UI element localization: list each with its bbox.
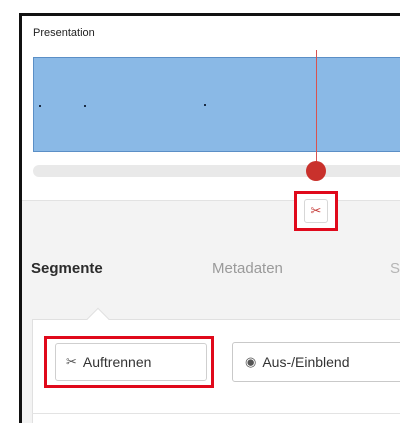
cut-at-playhead-button[interactable]: ✂ <box>304 199 328 223</box>
waveform[interactable] <box>33 57 400 152</box>
toggle-visibility-button[interactable]: ◉ Aus-/Einblend <box>232 342 400 382</box>
tab-metadaten[interactable]: Metadaten <box>212 260 283 277</box>
track-title: Presentation <box>33 27 95 39</box>
scissors-icon: ✂ <box>66 354 77 369</box>
divider <box>32 413 400 414</box>
split-button-label: Auftrennen <box>82 354 152 370</box>
timeline-scrollbar[interactable] <box>33 165 400 177</box>
playhead-handle[interactable] <box>306 161 326 181</box>
segments-panel: Segmente Metadaten S ✂ Auftrennen ◉ Aus-… <box>22 200 400 423</box>
waveform-dot <box>39 105 41 107</box>
scissors-icon: ✂ <box>310 203 322 218</box>
playhead-line <box>316 50 317 166</box>
tab-truncated[interactable]: S <box>390 260 400 277</box>
split-button[interactable]: ✂ Auftrennen <box>55 343 207 381</box>
toggle-visibility-label: Aus-/Einblend <box>262 354 350 370</box>
cut-at-playhead-highlight: ✂ <box>294 191 338 231</box>
waveform-dot <box>84 105 86 107</box>
tab-segmente[interactable]: Segmente <box>31 260 103 277</box>
eye-slash-icon: ◉ <box>245 354 257 369</box>
waveform-dot <box>204 104 206 106</box>
split-button-highlight: ✂ Auftrennen <box>44 336 214 388</box>
editor-frame: Presentation Segmente Metadaten S ✂ Auft… <box>19 13 400 423</box>
